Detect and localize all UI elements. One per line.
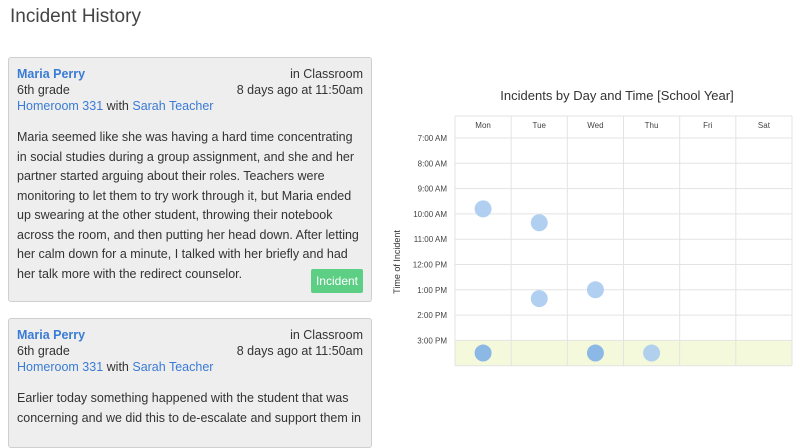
y-tick-label: 11:00 AM	[414, 235, 448, 244]
data-point	[586, 344, 604, 362]
student-grade: 6th grade	[17, 83, 70, 97]
y-tick-label: 9:00 AM	[418, 185, 448, 194]
y-tick-label: 7:00 AM	[418, 134, 448, 143]
student-name-link[interactable]: Maria Perry	[17, 66, 85, 82]
data-point	[474, 344, 492, 362]
x-tick-label: Mon	[475, 121, 491, 130]
homeroom-link[interactable]: Homeroom 331	[17, 360, 103, 374]
plot-area: Mon Tue Wed Thu Fri Sat 7:00 AM 8:00 AM 9:00 AM 1…	[413, 115, 793, 367]
y-tick-label: 2:00 PM	[417, 311, 447, 320]
data-point	[643, 344, 661, 362]
incident-time: 8 days ago at 11:50am	[236, 344, 363, 358]
x-tick-label: Tue	[533, 121, 547, 130]
data-point	[586, 281, 604, 299]
incident-location: in Classroom	[290, 67, 363, 81]
student-name-link[interactable]: Maria Perry	[17, 327, 85, 343]
incident-description: Maria seemed like she was having a hard …	[17, 130, 359, 281]
chart-title: Incidents by Day and Time [School Year]	[500, 88, 733, 103]
teacher-link[interactable]: Sarah Teacher	[132, 360, 213, 374]
incident-badge[interactable]: Incident	[310, 269, 363, 293]
page-title: Incident History	[10, 6, 141, 27]
data-point	[474, 200, 492, 218]
y-tick-label: 3:00 PM	[417, 336, 447, 345]
y-tick-label: 8:00 AM	[418, 159, 448, 168]
y-axis-label: Time of Incident	[392, 230, 402, 294]
data-point	[530, 214, 548, 232]
x-tick-label: Fri	[703, 121, 713, 130]
y-tick-label: 1:00 PM	[417, 286, 447, 295]
incidents-chart: Incidents by Day and Time [School Year] …	[392, 88, 793, 367]
student-grade: 6th grade	[17, 344, 70, 358]
y-tick-label: 10:00 AM	[413, 210, 447, 219]
x-tick-label: Sat	[758, 121, 771, 130]
data-point	[530, 290, 548, 308]
incident-card: Maria Perry in Classroom 6th grade 8 day…	[8, 318, 372, 448]
homeroom-link[interactable]: Homeroom 331	[17, 99, 103, 113]
y-tick-label: 12:00 PM	[413, 261, 448, 270]
incident-card: Maria Perry in Classroom 6th grade 8 day…	[8, 57, 372, 302]
with-label: with	[106, 99, 129, 113]
x-tick-label: Thu	[645, 121, 659, 130]
incident-time: 8 days ago at 11:50am	[236, 83, 363, 97]
x-tick-label: Wed	[587, 121, 603, 130]
incident-location: in Classroom	[290, 328, 363, 342]
teacher-link[interactable]: Sarah Teacher	[132, 99, 213, 113]
incident-description: Earlier today something happened with th…	[17, 391, 361, 425]
with-label: with	[106, 360, 129, 374]
